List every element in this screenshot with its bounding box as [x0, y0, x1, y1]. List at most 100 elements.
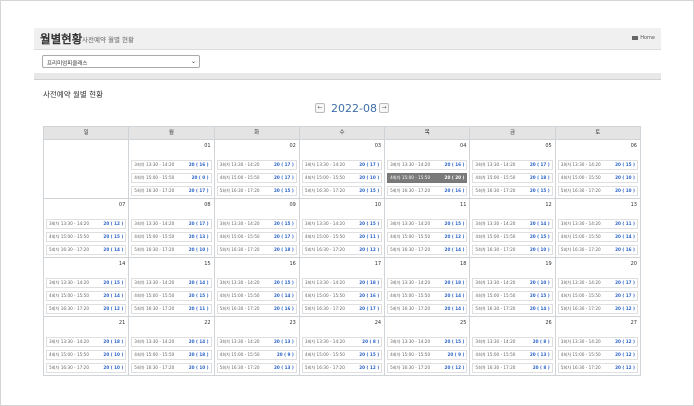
session-slot[interactable]: 3회차 13:30 - 14:20 20 ( 16 ) — [131, 160, 212, 170]
session-slot[interactable]: 4회차 15:00 - 15:50 20 ( 11 ) — [301, 232, 383, 242]
session-time: 3회차 13:30 - 14:20 — [49, 221, 90, 226]
session-slot[interactable]: 5회차 16:30 - 17:20 20 ( 14 ) — [387, 304, 468, 314]
session-slot[interactable]: 5회차 16:30 - 17:20 20 ( 10 ) — [131, 363, 212, 373]
session-slot[interactable]: 4회차 15:00 - 15:50 20 ( 13 ) — [131, 232, 212, 242]
session-slot[interactable]: 3회차 13:30 - 14:20 20 ( 17 ) — [131, 219, 212, 229]
session-slot[interactable]: 5회차 16:30 - 17:20 20 ( 14 ) — [387, 245, 468, 255]
session-slot[interactable]: 3회차 13:30 - 14:20 20 ( 8 ) — [301, 337, 383, 347]
session-slot[interactable]: 4회차 15:00 - 15:50 20 ( 20 ) — [387, 173, 468, 183]
session-slot[interactable]: 5회차 16:30 - 17:20 20 ( 16 ) — [557, 245, 638, 255]
session-slot[interactable]: 3회차 13:30 - 14:20 20 ( 13 ) — [216, 337, 297, 347]
home-link[interactable]: Home — [632, 35, 655, 41]
session-slot[interactable]: 5회차 16:30 - 17:20 20 ( 12 ) — [301, 363, 383, 373]
session-slot[interactable]: 4회차 15:00 - 15:50 20 ( 17 ) — [216, 173, 297, 183]
session-slot[interactable]: 3회차 13:30 - 14:20 20 ( 16 ) — [387, 160, 468, 170]
session-slot[interactable]: 4회차 15:00 - 15:50 20 ( 10 ) — [557, 173, 638, 183]
session-slot[interactable]: 4회차 15:00 - 15:50 20 ( 15 ) — [472, 291, 553, 301]
session-slot[interactable]: 5회차 16:30 - 17:20 20 ( 15 ) — [216, 186, 297, 196]
session-time: 3회차 13:30 - 14:20 — [304, 221, 345, 226]
session-slot[interactable]: 3회차 13:30 - 14:20 20 ( 11 ) — [557, 219, 638, 229]
session-slot[interactable]: 3회차 13:30 - 14:20 20 ( 17 ) — [216, 160, 297, 170]
session-slot[interactable]: 4회차 15:00 - 15:50 20 ( 13 ) — [472, 350, 553, 360]
session-slot[interactable]: 5회차 16:30 - 17:20 20 ( 14 ) — [472, 304, 553, 314]
session-slot[interactable]: 4회차 15:00 - 15:50 20 ( 17 ) — [216, 232, 297, 242]
session-slot[interactable]: 4회차 15:00 - 15:50 20 ( 17 ) — [557, 291, 638, 301]
session-slot[interactable]: 4회차 15:00 - 15:50 20 ( 18 ) — [131, 350, 212, 360]
session-slot[interactable]: 4회차 15:00 - 15:50 20 ( 14 ) — [557, 232, 638, 242]
session-slot[interactable]: 5회차 16:30 - 17:20 20 ( 13 ) — [216, 363, 297, 373]
session-slot[interactable]: 5회차 16:30 - 17:20 20 ( 11 ) — [131, 304, 212, 314]
session-slot[interactable]: 4회차 15:00 - 15:50 20 ( 12 ) — [387, 232, 468, 242]
session-count: 20 ( 10 ) — [529, 280, 550, 285]
session-slot[interactable]: 4회차 15:00 - 15:50 20 ( 14 ) — [46, 291, 127, 301]
session-count: 20 ( 17 ) — [359, 306, 380, 311]
session-slot[interactable]: 3회차 13:30 - 14:20 20 ( 15 ) — [216, 278, 297, 288]
session-slot[interactable]: 3회차 13:30 - 14:20 20 ( 15 ) — [301, 219, 383, 229]
session-slot[interactable]: 5회차 16:30 - 17:20 20 ( 12 ) — [557, 304, 638, 314]
session-slot[interactable]: 3회차 13:30 - 14:20 20 ( 15 ) — [387, 337, 468, 347]
prev-month-button[interactable]: ← — [315, 103, 325, 113]
session-count: 20 ( 8 ) — [532, 365, 550, 370]
session-slot[interactable]: 4회차 15:00 - 15:50 20 ( 10 ) — [46, 350, 127, 360]
session-slot[interactable]: 3회차 13:30 - 14:20 20 ( 17 ) — [557, 278, 638, 288]
session-slot[interactable]: 3회차 13:30 - 14:20 20 ( 18 ) — [387, 278, 468, 288]
session-slot[interactable]: 3회차 13:30 - 14:20 20 ( 8 ) — [472, 337, 553, 347]
session-slot[interactable]: 3회차 13:30 - 14:20 20 ( 18 ) — [301, 278, 383, 288]
session-slot[interactable]: 3회차 13:30 - 14:20 20 ( 15 ) — [216, 219, 297, 229]
session-slot[interactable]: 3회차 13:30 - 14:20 20 ( 14 ) — [131, 337, 212, 347]
session-slot[interactable]: 4회차 15:00 - 15:50 20 ( 15 ) — [301, 350, 383, 360]
session-slot[interactable]: 5회차 16:30 - 17:20 20 ( 10 ) — [131, 245, 212, 255]
session-slot[interactable]: 3회차 13:30 - 14:20 20 ( 17 ) — [301, 160, 383, 170]
program-select[interactable]: 프리미엄피클래스 ⌄ — [42, 55, 200, 68]
session-slot[interactable]: 3회차 13:30 - 14:20 20 ( 15 ) — [387, 219, 468, 229]
session-slot[interactable]: 5회차 16:30 - 17:20 20 ( 12 ) — [46, 304, 127, 314]
session-slot[interactable]: 4회차 15:00 - 15:50 20 ( 14 ) — [216, 291, 297, 301]
session-slot[interactable]: 4회차 15:00 - 15:50 20 ( 9 ) — [387, 350, 468, 360]
session-slot[interactable]: 5회차 16:30 - 17:20 20 ( 10 ) — [46, 363, 127, 373]
next-month-button[interactable]: → — [379, 103, 389, 113]
session-slot[interactable]: 4회차 15:00 - 15:50 20 ( 0 ) — [131, 173, 212, 183]
session-slot[interactable]: 4회차 15:00 - 15:50 20 ( 15 ) — [131, 291, 212, 301]
session-slot[interactable]: 4회차 15:00 - 15:50 20 ( 14 ) — [387, 291, 468, 301]
session-slot[interactable]: 4회차 15:00 - 15:50 20 ( 12 ) — [557, 350, 638, 360]
session-slot[interactable]: 3회차 13:30 - 14:20 20 ( 14 ) — [131, 278, 212, 288]
day-number: 18 — [460, 261, 467, 267]
session-count: 20 ( 13 ) — [188, 234, 209, 239]
session-slot[interactable]: 3회차 13:30 - 14:20 20 ( 15 ) — [46, 278, 127, 288]
session-slot[interactable]: 4회차 15:00 - 15:50 20 ( 15 ) — [472, 232, 553, 242]
calendar-day: 10 3회차 13:30 - 14:20 20 ( 15 ) 4회차 15:00 - … — [299, 199, 386, 258]
session-slot[interactable]: 4회차 15:00 - 15:50 20 ( 15 ) — [46, 232, 127, 242]
session-slot[interactable]: 5회차 16:30 - 17:20 20 ( 17 ) — [301, 304, 383, 314]
session-count: 20 ( 15 ) — [444, 339, 465, 344]
session-time: 4회차 15:00 - 15:50 — [304, 175, 345, 180]
session-slot[interactable]: 5회차 16:30 - 17:20 20 ( 8 ) — [472, 363, 553, 373]
session-slot[interactable]: 5회차 16:30 - 17:20 20 ( 16 ) — [216, 304, 297, 314]
session-slot[interactable]: 5회차 16:30 - 17:20 20 ( 17 ) — [131, 186, 212, 196]
session-slot[interactable]: 5회차 16:30 - 17:20 20 ( 10 ) — [557, 186, 638, 196]
session-slot[interactable]: 4회차 15:00 - 15:50 20 ( 16 ) — [301, 291, 383, 301]
session-slot[interactable]: 5회차 16:30 - 17:20 20 ( 10 ) — [472, 245, 553, 255]
session-slot[interactable]: 3회차 13:30 - 14:20 20 ( 17 ) — [472, 160, 553, 170]
session-slot[interactable]: 3회차 13:30 - 14:20 20 ( 10 ) — [472, 278, 553, 288]
session-slot[interactable]: 4회차 15:00 - 15:50 20 ( 9 ) — [216, 350, 297, 360]
session-time: 5회차 16:30 - 17:20 — [219, 306, 260, 311]
calendar-day: 17 3회차 13:30 - 14:20 20 ( 18 ) 4회차 15:00 - … — [299, 258, 386, 317]
session-slot[interactable]: 5회차 16:30 - 17:20 20 ( 12 ) — [557, 363, 638, 373]
session-slot[interactable]: 5회차 16:30 - 17:20 20 ( 15 ) — [472, 186, 553, 196]
session-slot[interactable]: 3회차 13:30 - 14:20 20 ( 18 ) — [46, 337, 127, 347]
session-count: 20 ( 8 ) — [532, 339, 550, 344]
session-slot[interactable]: 5회차 16:30 - 17:20 20 ( 16 ) — [387, 186, 468, 196]
session-slot[interactable]: 3회차 13:30 - 14:20 20 ( 14 ) — [472, 219, 553, 229]
session-slot[interactable]: 5회차 16:30 - 17:20 20 ( 14 ) — [46, 245, 127, 255]
day-number: 22 — [204, 320, 211, 326]
session-slot[interactable]: 5회차 16:30 - 17:20 20 ( 15 ) — [301, 186, 383, 196]
session-time: 3회차 13:30 - 14:20 — [475, 221, 516, 226]
session-slot[interactable]: 4회차 15:00 - 15:50 20 ( 18 ) — [472, 173, 553, 183]
session-slot[interactable]: 5회차 16:30 - 17:20 20 ( 12 ) — [301, 245, 383, 255]
session-slot[interactable]: 5회차 16:30 - 17:20 20 ( 18 ) — [216, 245, 297, 255]
session-slot[interactable]: 4회차 15:00 - 15:50 20 ( 10 ) — [301, 173, 383, 183]
session-slot[interactable]: 3회차 13:30 - 14:20 20 ( 15 ) — [557, 160, 638, 170]
session-slot[interactable]: 3회차 13:30 - 14:20 20 ( 12 ) — [557, 337, 638, 347]
session-slot[interactable]: 3회차 13:30 - 14:20 20 ( 12 ) — [46, 219, 127, 229]
session-slot[interactable]: 5회차 16:30 - 17:20 20 ( 12 ) — [387, 363, 468, 373]
